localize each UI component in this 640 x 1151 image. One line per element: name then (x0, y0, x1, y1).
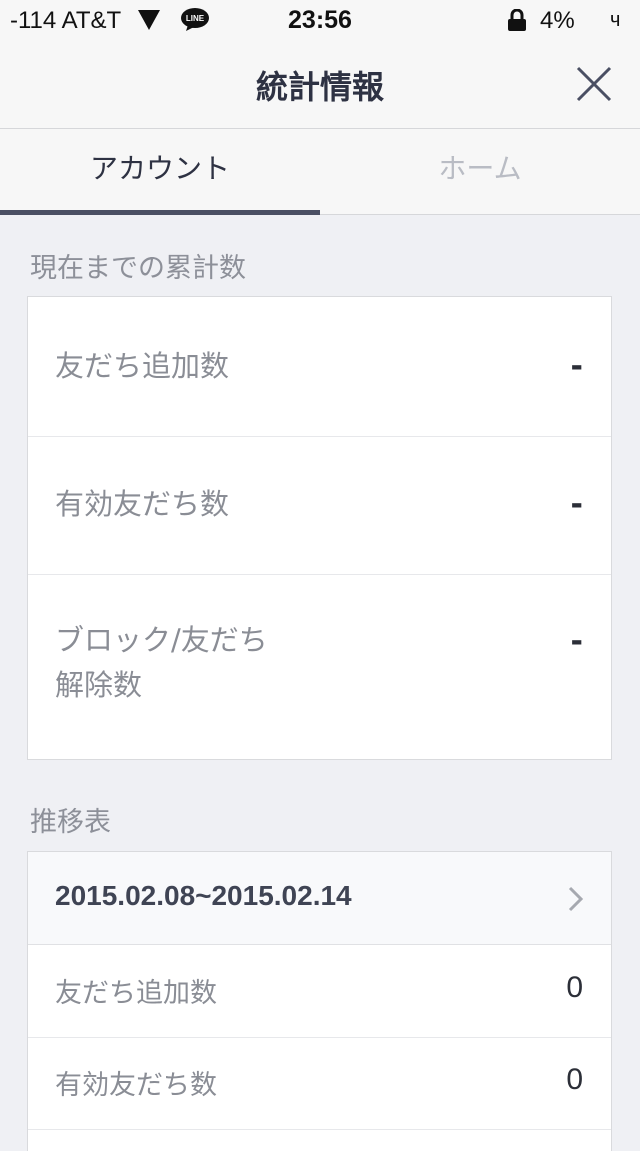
date-range-selector[interactable]: 2015.02.08~2015.02.14 (28, 852, 611, 945)
table-row: 有効友だち数 0 (28, 1037, 611, 1130)
list-item: ブロック/友だち 解除数 - (28, 574, 611, 759)
chevron-right-icon (568, 886, 584, 912)
row-label: 有効友だち数 (55, 487, 230, 521)
tab-bar: アカウント ホーム (0, 129, 640, 215)
table-row: 友だち追加数 0 (28, 945, 611, 1038)
row-value: - (570, 349, 583, 384)
page-title: 統計情報 (255, 68, 384, 106)
close-icon[interactable] (570, 60, 618, 108)
row-label: 友だち追加数 (55, 978, 217, 1009)
cumulative-card: 友だち追加数 - 有効友だち数 - ブロック/友だち 解除数 - (27, 296, 612, 760)
date-range: 2015.02.08~2015.02.14 (55, 880, 352, 911)
battery-level: 4% (540, 7, 575, 34)
list-item: 有効友だち数 - (28, 436, 611, 575)
tab-account[interactable]: アカウント (0, 129, 320, 214)
list-item: 友だち追加数 - (28, 297, 611, 437)
row-label: 友だち追加数 (55, 349, 230, 383)
active-tab-indicator (0, 210, 320, 215)
section-trend-label: 推移表 (30, 807, 111, 838)
trend-card: 2015.02.08~2015.02.14 友だち追加数 0 有効友だち数 0 (27, 851, 612, 1151)
tab-home[interactable]: ホーム (320, 129, 640, 214)
lock-icon (508, 9, 526, 31)
row-label: 有効友だち数 (55, 1070, 217, 1101)
status-bar: -114 AT&T LINE 23:56 4% ч (0, 0, 640, 40)
row-value: 0 (566, 971, 583, 1004)
row-value: 0 (566, 1063, 583, 1096)
status-glyph: ч (610, 9, 621, 31)
row-value: - (570, 624, 583, 659)
row-label-line1: ブロック/友だち (55, 623, 268, 657)
row-value: - (570, 487, 583, 522)
nav-bar: 統計情報 (0, 40, 640, 129)
row-label-line2: 解除数 (55, 668, 143, 702)
section-cumulative-label: 現在までの累計数 (30, 253, 246, 284)
